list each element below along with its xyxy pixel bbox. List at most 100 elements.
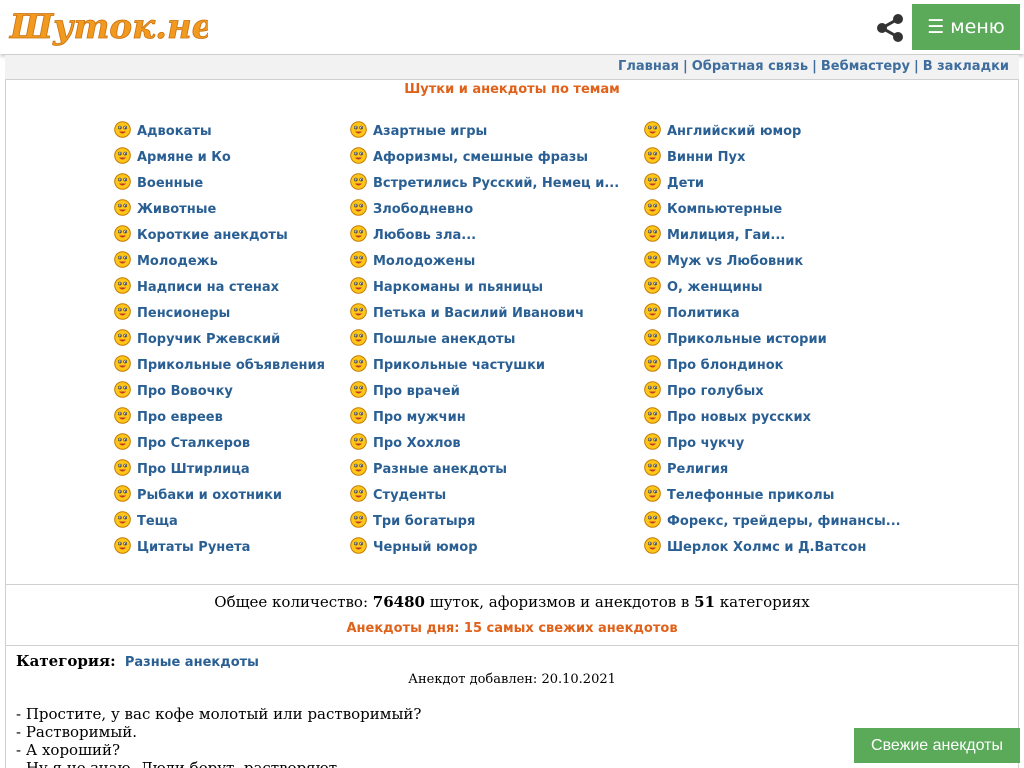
category-link[interactable]: Молодежь [137, 254, 218, 269]
category-link[interactable]: Поручик Ржевский [137, 332, 280, 347]
category-link[interactable]: Надписи на стенах [137, 280, 279, 295]
category-item[interactable]: Прикольные объявления [114, 352, 325, 378]
category-link[interactable]: Цитаты Рунета [137, 540, 250, 555]
category-link[interactable]: Рыбаки и охотники [137, 488, 282, 503]
category-item[interactable]: Злободневно [350, 196, 619, 222]
category-item[interactable]: Политика [644, 300, 901, 326]
category-item[interactable]: Студенты [350, 482, 619, 508]
link-bookmark[interactable]: В закладки [923, 59, 1009, 74]
link-webmaster[interactable]: Вебмастеру [821, 59, 910, 74]
category-item[interactable]: Про голубых [644, 378, 901, 404]
category-item[interactable]: Адвокаты [114, 118, 325, 144]
category-link[interactable]: Про мужчин [373, 410, 466, 425]
category-link[interactable]: Три богатыря [373, 514, 475, 529]
category-item[interactable]: Петька и Василий Иванович [350, 300, 619, 326]
category-item[interactable]: Встретились Русский, Немец и... [350, 170, 619, 196]
category-link[interactable]: Шерлок Холмс и Д.Ватсон [667, 540, 866, 555]
category-link[interactable]: Черный юмор [373, 540, 478, 555]
category-link[interactable]: Любовь зла... [373, 228, 476, 243]
category-item[interactable]: Про новых русских [644, 404, 901, 430]
category-link[interactable]: Винни Пух [667, 150, 745, 165]
category-link[interactable]: Прикольные объявления [137, 358, 325, 373]
category-link[interactable]: Дети [667, 176, 704, 191]
category-link[interactable]: Про голубых [667, 384, 764, 399]
category-item[interactable]: Религия [644, 456, 901, 482]
category-item[interactable]: Пенсионеры [114, 300, 325, 326]
category-item[interactable]: Компьютерные [644, 196, 901, 222]
category-link[interactable]: Армяне и Ко [137, 150, 231, 165]
category-item[interactable]: Английский юмор [644, 118, 901, 144]
category-link[interactable]: Афоризмы, смешные фразы [373, 150, 588, 165]
category-item[interactable]: Надписи на стенах [114, 274, 325, 300]
category-item[interactable]: Разные анекдоты [350, 456, 619, 482]
category-item[interactable]: Цитаты Рунета [114, 534, 325, 560]
menu-button[interactable]: ☰ меню [912, 4, 1020, 50]
category-link[interactable]: Короткие анекдоты [137, 228, 288, 243]
fresh-jokes-button[interactable]: Свежие анекдоты [854, 728, 1020, 763]
category-item[interactable]: Про Хохлов [350, 430, 619, 456]
category-item[interactable]: О, женщины [644, 274, 901, 300]
category-link[interactable]: Наркоманы и пьяницы [373, 280, 543, 295]
category-item[interactable]: Дети [644, 170, 901, 196]
category-link[interactable]: Разные анекдоты [373, 462, 507, 477]
link-home[interactable]: Главная [618, 59, 679, 74]
category-link[interactable]: Про блондинок [667, 358, 784, 373]
category-item[interactable]: Черный юмор [350, 534, 619, 560]
category-link[interactable]: Студенты [373, 488, 446, 503]
category-link[interactable]: Про Вовочку [137, 384, 233, 399]
category-item[interactable]: Телефонные приколы [644, 482, 901, 508]
category-link[interactable]: Религия [667, 462, 728, 477]
category-item[interactable]: Милиция, Гаи... [644, 222, 901, 248]
category-item[interactable]: Про блондинок [644, 352, 901, 378]
category-item[interactable]: Про врачей [350, 378, 619, 404]
category-item[interactable]: Молодежь [114, 248, 325, 274]
category-item[interactable]: Рыбаки и охотники [114, 482, 325, 508]
category-link[interactable]: Про врачей [373, 384, 460, 399]
category-item[interactable]: Армяне и Ко [114, 144, 325, 170]
category-link[interactable]: Пошлые анекдоты [373, 332, 515, 347]
category-item[interactable]: Пошлые анекдоты [350, 326, 619, 352]
category-link[interactable]: Политика [667, 306, 740, 321]
category-link[interactable]: Пенсионеры [137, 306, 230, 321]
category-item[interactable]: Животные [114, 196, 325, 222]
category-link[interactable]: Про Хохлов [373, 436, 461, 451]
category-item[interactable]: Про Штирлица [114, 456, 325, 482]
category-item[interactable]: Наркоманы и пьяницы [350, 274, 619, 300]
category-item[interactable]: Про мужчин [350, 404, 619, 430]
category-link[interactable]: Про чукчу [667, 436, 744, 451]
category-item[interactable]: Шерлок Холмс и Д.Ватсон [644, 534, 901, 560]
category-link[interactable]: Прикольные частушки [373, 358, 545, 373]
category-item[interactable]: Прикольные истории [644, 326, 901, 352]
category-link[interactable]: Встретились Русский, Немец и... [373, 176, 619, 191]
category-item[interactable]: Молодожены [350, 248, 619, 274]
category-link[interactable]: Про Штирлица [137, 462, 250, 477]
category-item[interactable]: Короткие анекдоты [114, 222, 325, 248]
category-link[interactable]: Прикольные истории [667, 332, 827, 347]
category-item[interactable]: Про Вовочку [114, 378, 325, 404]
category-item[interactable]: Про Сталкеров [114, 430, 325, 456]
category-link[interactable]: Форекс, трейдеры, финансы... [667, 514, 901, 529]
category-link[interactable]: Компьютерные [667, 202, 782, 217]
category-item[interactable]: Про евреев [114, 404, 325, 430]
category-link[interactable]: Английский юмор [667, 124, 801, 139]
category-item[interactable]: Афоризмы, смешные фразы [350, 144, 619, 170]
category-link[interactable]: О, женщины [667, 280, 762, 295]
category-item[interactable]: Про чукчу [644, 430, 901, 456]
category-item[interactable]: Любовь зла... [350, 222, 619, 248]
category-link[interactable]: Животные [137, 202, 216, 217]
category-item[interactable]: Форекс, трейдеры, финансы... [644, 508, 901, 534]
category-item[interactable]: Военные [114, 170, 325, 196]
category-link[interactable]: Молодожены [373, 254, 475, 269]
site-logo[interactable]: Шуток.нет [8, 4, 208, 50]
link-feedback[interactable]: Обратная связь [692, 59, 808, 74]
category-link[interactable]: Петька и Василий Иванович [373, 306, 584, 321]
category-link[interactable]: Муж vs Любовник [667, 254, 803, 269]
category-link[interactable]: Азартные игры [373, 124, 487, 139]
category-link[interactable]: Милиция, Гаи... [667, 228, 785, 243]
category-item[interactable]: Прикольные частушки [350, 352, 619, 378]
category-link[interactable]: Адвокаты [137, 124, 212, 139]
category-link[interactable]: Про новых русских [667, 410, 811, 425]
category-link[interactable]: Телефонные приколы [667, 488, 834, 503]
category-link[interactable]: Теща [137, 514, 178, 529]
category-item[interactable]: Поручик Ржевский [114, 326, 325, 352]
